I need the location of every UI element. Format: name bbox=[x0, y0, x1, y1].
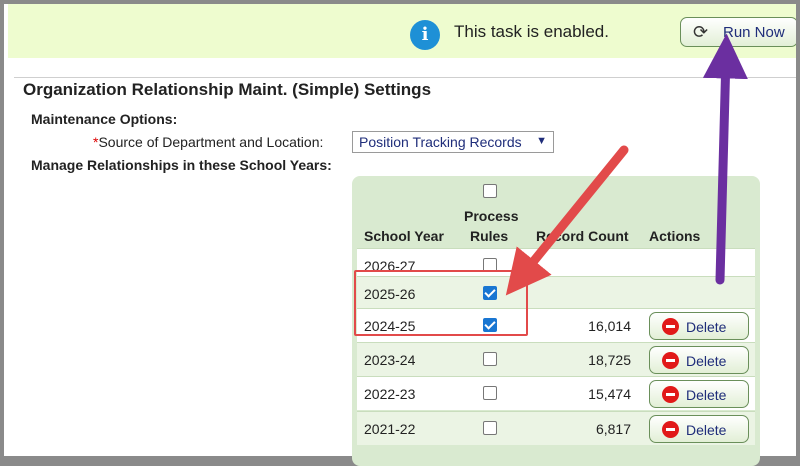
purple-annotation-arrow bbox=[702, 33, 748, 285]
red-annotation-arrow bbox=[505, 145, 629, 296]
annotation-arrows bbox=[505, 33, 748, 296]
